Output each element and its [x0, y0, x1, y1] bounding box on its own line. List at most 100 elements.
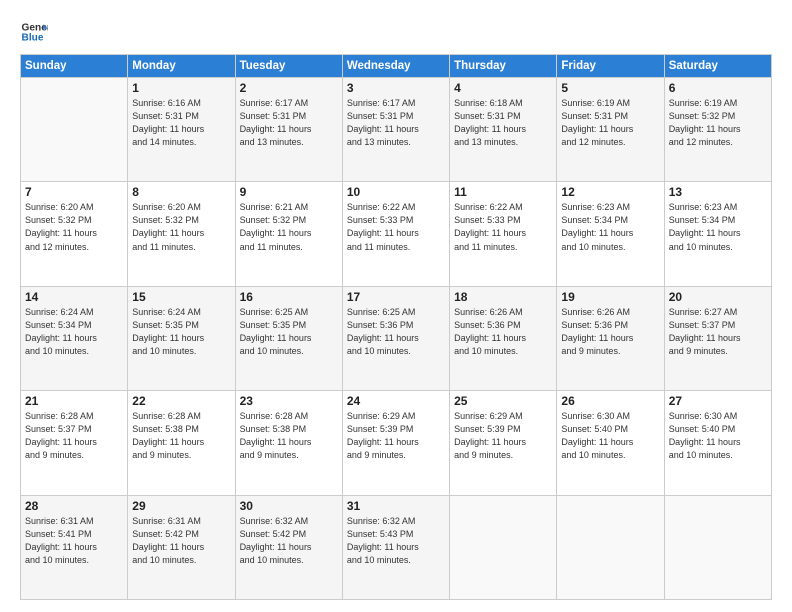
calendar-table: SundayMondayTuesdayWednesdayThursdayFrid…	[20, 54, 772, 600]
weekday-header-friday: Friday	[557, 55, 664, 78]
day-cell: 21 Sunrise: 6:28 AMSunset: 5:37 PMDayligh…	[21, 391, 128, 495]
day-number: 20	[669, 290, 767, 304]
day-number: 22	[132, 394, 230, 408]
day-info: Sunrise: 6:17 AMSunset: 5:31 PMDaylight:…	[347, 97, 445, 149]
day-cell: 3 Sunrise: 6:17 AMSunset: 5:31 PMDaylight…	[342, 78, 449, 182]
day-info: Sunrise: 6:29 AMSunset: 5:39 PMDaylight:…	[454, 410, 552, 462]
day-info: Sunrise: 6:19 AMSunset: 5:31 PMDaylight:…	[561, 97, 659, 149]
week-row-3: 14 Sunrise: 6:24 AMSunset: 5:34 PMDayligh…	[21, 286, 772, 390]
day-number: 11	[454, 185, 552, 199]
day-number: 27	[669, 394, 767, 408]
day-cell: 2 Sunrise: 6:17 AMSunset: 5:31 PMDaylight…	[235, 78, 342, 182]
day-cell	[557, 495, 664, 599]
day-cell: 27 Sunrise: 6:30 AMSunset: 5:40 PMDayligh…	[664, 391, 771, 495]
day-cell: 30 Sunrise: 6:32 AMSunset: 5:42 PMDayligh…	[235, 495, 342, 599]
day-cell: 23Sunrise: 6:28 AMSunset: 5:38 PMDayligh…	[235, 391, 342, 495]
day-info: Sunrise: 6:19 AMSunset: 5:32 PMDaylight:…	[669, 97, 767, 149]
day-cell: 5Sunrise: 6:19 AMSunset: 5:31 PMDaylight…	[557, 78, 664, 182]
day-cell	[21, 78, 128, 182]
day-cell: 18 Sunrise: 6:26 AMSunset: 5:36 PMDayligh…	[450, 286, 557, 390]
day-cell: 8Sunrise: 6:20 AMSunset: 5:32 PMDaylight…	[128, 182, 235, 286]
day-number: 17	[347, 290, 445, 304]
day-number: 3	[347, 81, 445, 95]
day-number: 13	[669, 185, 767, 199]
day-number: 31	[347, 499, 445, 513]
day-info: Sunrise: 6:31 AMSunset: 5:41 PMDaylight:…	[25, 515, 123, 567]
day-number: 30	[240, 499, 338, 513]
day-info: Sunrise: 6:22 AMSunset: 5:33 PMDaylight:…	[454, 201, 552, 253]
week-row-2: 7 Sunrise: 6:20 AMSunset: 5:32 PMDaylight…	[21, 182, 772, 286]
day-cell: 13 Sunrise: 6:23 AMSunset: 5:34 PMDayligh…	[664, 182, 771, 286]
day-number: 24	[347, 394, 445, 408]
day-cell: 17 Sunrise: 6:25 AMSunset: 5:36 PMDayligh…	[342, 286, 449, 390]
weekday-header-row: SundayMondayTuesdayWednesdayThursdayFrid…	[21, 55, 772, 78]
day-cell: 20 Sunrise: 6:27 AMSunset: 5:37 PMDayligh…	[664, 286, 771, 390]
day-cell: 24 Sunrise: 6:29 AMSunset: 5:39 PMDayligh…	[342, 391, 449, 495]
day-info: Sunrise: 6:32 AMSunset: 5:42 PMDaylight:…	[240, 515, 338, 567]
logo: General Blue	[20, 18, 48, 46]
day-cell: 22 Sunrise: 6:28 AMSunset: 5:38 PMDayligh…	[128, 391, 235, 495]
day-number: 12	[561, 185, 659, 199]
weekday-header-sunday: Sunday	[21, 55, 128, 78]
day-info: Sunrise: 6:32 AMSunset: 5:43 PMDaylight:…	[347, 515, 445, 567]
day-info: Sunrise: 6:25 AMSunset: 5:36 PMDaylight:…	[347, 306, 445, 358]
day-info: Sunrise: 6:20 AMSunset: 5:32 PMDaylight:…	[132, 201, 230, 253]
day-number: 21	[25, 394, 123, 408]
day-number: 1	[132, 81, 230, 95]
day-number: 7	[25, 185, 123, 199]
day-number: 15	[132, 290, 230, 304]
day-cell: 15 Sunrise: 6:24 AMSunset: 5:35 PMDayligh…	[128, 286, 235, 390]
day-info: Sunrise: 6:17 AMSunset: 5:31 PMDaylight:…	[240, 97, 338, 149]
day-info: Sunrise: 6:26 AMSunset: 5:36 PMDaylight:…	[561, 306, 659, 358]
day-number: 26	[561, 394, 659, 408]
day-number: 16	[240, 290, 338, 304]
day-cell: 1 Sunrise: 6:16 AMSunset: 5:31 PMDaylight…	[128, 78, 235, 182]
day-info: Sunrise: 6:16 AMSunset: 5:31 PMDaylight:…	[132, 97, 230, 149]
day-info: Sunrise: 6:28 AMSunset: 5:37 PMDaylight:…	[25, 410, 123, 462]
day-cell: 12 Sunrise: 6:23 AMSunset: 5:34 PMDayligh…	[557, 182, 664, 286]
day-cell: 28 Sunrise: 6:31 AMSunset: 5:41 PMDayligh…	[21, 495, 128, 599]
day-info: Sunrise: 6:26 AMSunset: 5:36 PMDaylight:…	[454, 306, 552, 358]
day-number: 4	[454, 81, 552, 95]
logo-icon: General Blue	[20, 18, 48, 46]
day-number: 25	[454, 394, 552, 408]
day-info: Sunrise: 6:18 AMSunset: 5:31 PMDaylight:…	[454, 97, 552, 149]
day-info: Sunrise: 6:27 AMSunset: 5:37 PMDaylight:…	[669, 306, 767, 358]
day-number: 9	[240, 185, 338, 199]
day-info: Sunrise: 6:28 AMSunset: 5:38 PMDaylight:…	[132, 410, 230, 462]
day-info: Sunrise: 6:23 AMSunset: 5:34 PMDaylight:…	[561, 201, 659, 253]
day-info: Sunrise: 6:29 AMSunset: 5:39 PMDaylight:…	[347, 410, 445, 462]
day-number: 19	[561, 290, 659, 304]
day-info: Sunrise: 6:30 AMSunset: 5:40 PMDaylight:…	[669, 410, 767, 462]
day-cell	[664, 495, 771, 599]
weekday-header-tuesday: Tuesday	[235, 55, 342, 78]
day-info: Sunrise: 6:25 AMSunset: 5:35 PMDaylight:…	[240, 306, 338, 358]
day-number: 14	[25, 290, 123, 304]
day-number: 2	[240, 81, 338, 95]
day-info: Sunrise: 6:20 AMSunset: 5:32 PMDaylight:…	[25, 201, 123, 253]
day-number: 10	[347, 185, 445, 199]
day-number: 18	[454, 290, 552, 304]
day-info: Sunrise: 6:24 AMSunset: 5:35 PMDaylight:…	[132, 306, 230, 358]
day-info: Sunrise: 6:23 AMSunset: 5:34 PMDaylight:…	[669, 201, 767, 253]
day-cell: 26 Sunrise: 6:30 AMSunset: 5:40 PMDayligh…	[557, 391, 664, 495]
week-row-4: 21 Sunrise: 6:28 AMSunset: 5:37 PMDayligh…	[21, 391, 772, 495]
day-info: Sunrise: 6:24 AMSunset: 5:34 PMDaylight:…	[25, 306, 123, 358]
day-info: Sunrise: 6:31 AMSunset: 5:42 PMDaylight:…	[132, 515, 230, 567]
day-cell: 11 Sunrise: 6:22 AMSunset: 5:33 PMDayligh…	[450, 182, 557, 286]
day-number: 6	[669, 81, 767, 95]
weekday-header-saturday: Saturday	[664, 55, 771, 78]
day-number: 28	[25, 499, 123, 513]
day-number: 23	[240, 394, 338, 408]
day-cell: 4 Sunrise: 6:18 AMSunset: 5:31 PMDaylight…	[450, 78, 557, 182]
page: General Blue SundayMondayTuesdayWednesda…	[0, 0, 792, 612]
day-cell	[450, 495, 557, 599]
day-info: Sunrise: 6:30 AMSunset: 5:40 PMDaylight:…	[561, 410, 659, 462]
day-cell: 10Sunrise: 6:22 AMSunset: 5:33 PMDayligh…	[342, 182, 449, 286]
weekday-header-wednesday: Wednesday	[342, 55, 449, 78]
day-cell: 25 Sunrise: 6:29 AMSunset: 5:39 PMDayligh…	[450, 391, 557, 495]
day-info: Sunrise: 6:21 AMSunset: 5:32 PMDaylight:…	[240, 201, 338, 253]
day-cell: 7 Sunrise: 6:20 AMSunset: 5:32 PMDaylight…	[21, 182, 128, 286]
day-cell: 31 Sunrise: 6:32 AMSunset: 5:43 PMDayligh…	[342, 495, 449, 599]
day-cell: 6 Sunrise: 6:19 AMSunset: 5:32 PMDaylight…	[664, 78, 771, 182]
